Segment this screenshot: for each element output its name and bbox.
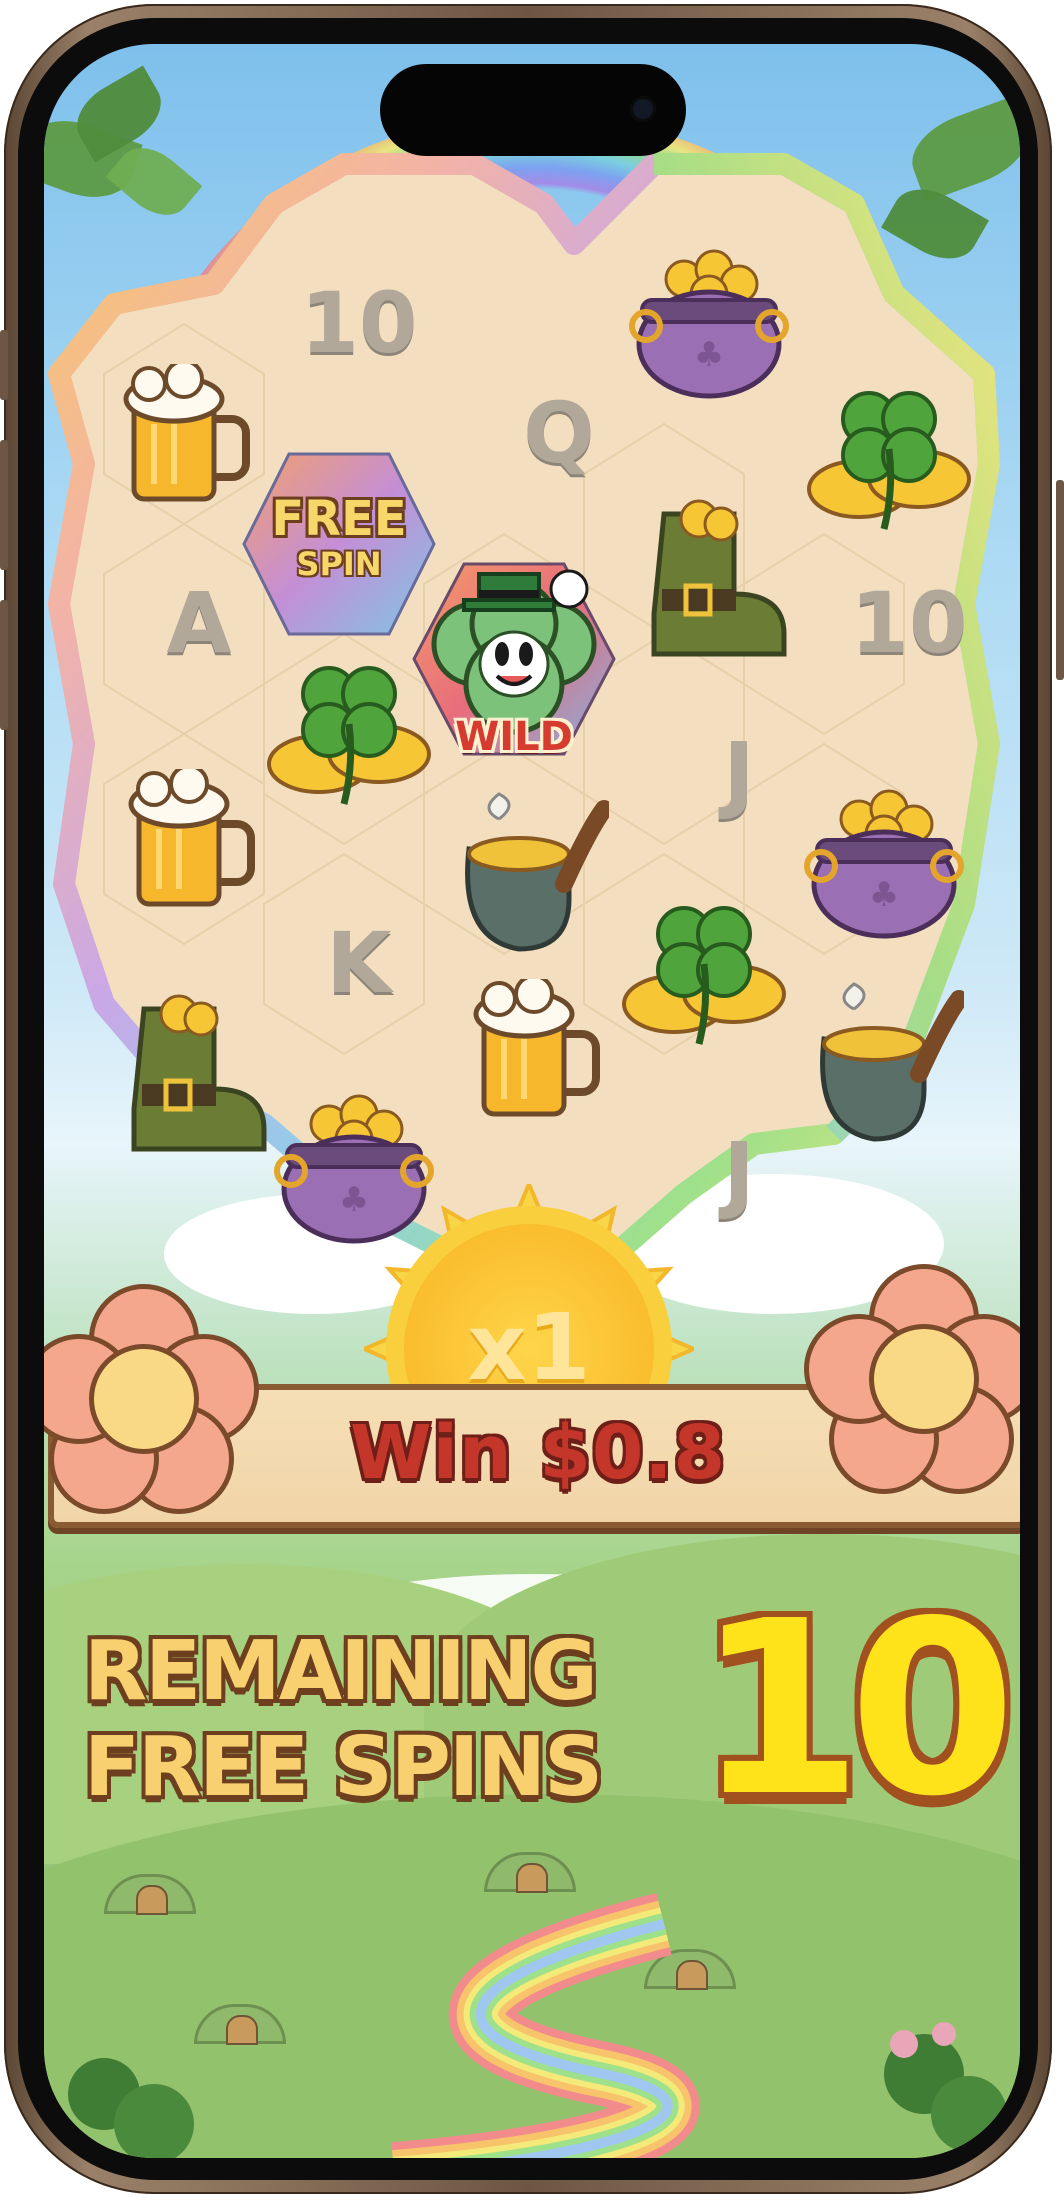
clover-coins-icon xyxy=(807,391,971,530)
action-button xyxy=(0,330,8,400)
remaining-line2: FREE SPINS xyxy=(84,1720,603,1815)
remaining-line1: REMAINING xyxy=(84,1624,598,1719)
flower-icon xyxy=(44,1284,259,1514)
volume-down-button xyxy=(0,600,8,730)
power-button xyxy=(1056,480,1064,680)
free-spin-line2: SPIN xyxy=(296,545,382,583)
svg-text:♣: ♣ xyxy=(694,335,724,375)
beer-mug-icon xyxy=(128,769,255,907)
clover-coins-icon xyxy=(622,906,786,1045)
free-spin-line1: FREE xyxy=(271,491,407,547)
symbol-q: Q xyxy=(523,384,595,482)
pot-of-gold-icon: ♣ xyxy=(629,249,789,399)
leprechaun-boot-icon xyxy=(651,499,787,657)
volume-up-button xyxy=(0,440,8,570)
smoking-pipe-icon xyxy=(465,792,609,952)
symbol-j: J xyxy=(723,724,755,822)
wild-label: WILD xyxy=(455,714,573,760)
beer-mug-icon xyxy=(123,364,250,502)
leprechaun-boot-icon xyxy=(131,994,267,1152)
front-camera-icon xyxy=(630,96,656,122)
symbol-k: K xyxy=(326,914,392,1012)
flower-icon xyxy=(804,1264,1020,1494)
pot-of-gold-icon: ♣ xyxy=(804,789,964,939)
smoking-pipe-icon xyxy=(820,982,964,1142)
dynamic-island xyxy=(380,64,686,156)
beer-mug-icon xyxy=(473,979,600,1117)
remaining-free-spins-count: 10 xyxy=(696,1569,1016,1849)
symbol-ten: 10 xyxy=(850,574,968,672)
game-screen: 10 Q A 10 J K J ♣ ♣ ♣ FREE SPIN WILD x1 … xyxy=(44,44,1020,2158)
remaining-free-spins-label: REMAINING FREE SPINS xyxy=(84,1624,684,1816)
symbol-ten: 10 xyxy=(300,274,418,372)
svg-text:♣: ♣ xyxy=(869,875,899,915)
